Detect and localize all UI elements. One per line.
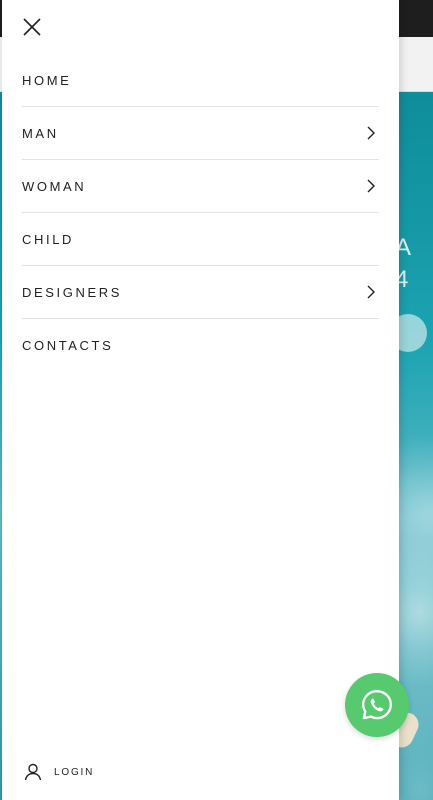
chevron-right-icon [367, 285, 375, 299]
chevron-right-icon [367, 126, 375, 140]
whatsapp-button[interactable] [345, 673, 409, 737]
menu-item-label: CHILD [22, 231, 75, 247]
menu-item-label: DESIGNERS [22, 284, 122, 300]
menu-item-label: MAN [22, 125, 59, 141]
user-icon [24, 763, 42, 781]
main-menu: HOME MAN WOMAN CHILD DESIGNERS CONTACTS [22, 54, 379, 372]
menu-item-home[interactable]: HOME [22, 54, 379, 107]
navigation-drawer: HOME MAN WOMAN CHILD DESIGNERS CONTACTS [2, 0, 399, 800]
menu-item-label: WOMAN [22, 178, 87, 194]
chevron-right-icon [367, 179, 375, 193]
login-label: LOGIN [54, 766, 95, 778]
menu-item-contacts[interactable]: CONTACTS [22, 319, 379, 372]
menu-item-label: HOME [22, 72, 72, 88]
close-icon [23, 18, 41, 36]
menu-item-woman[interactable]: WOMAN [22, 160, 379, 213]
menu-item-child[interactable]: CHILD [22, 213, 379, 266]
menu-item-label: CONTACTS [22, 338, 114, 353]
menu-item-designers[interactable]: DESIGNERS [22, 266, 379, 319]
whatsapp-icon [362, 690, 392, 720]
menu-item-man[interactable]: MAN [22, 107, 379, 160]
close-button[interactable] [20, 15, 44, 39]
login-link[interactable]: LOGIN [24, 762, 94, 782]
